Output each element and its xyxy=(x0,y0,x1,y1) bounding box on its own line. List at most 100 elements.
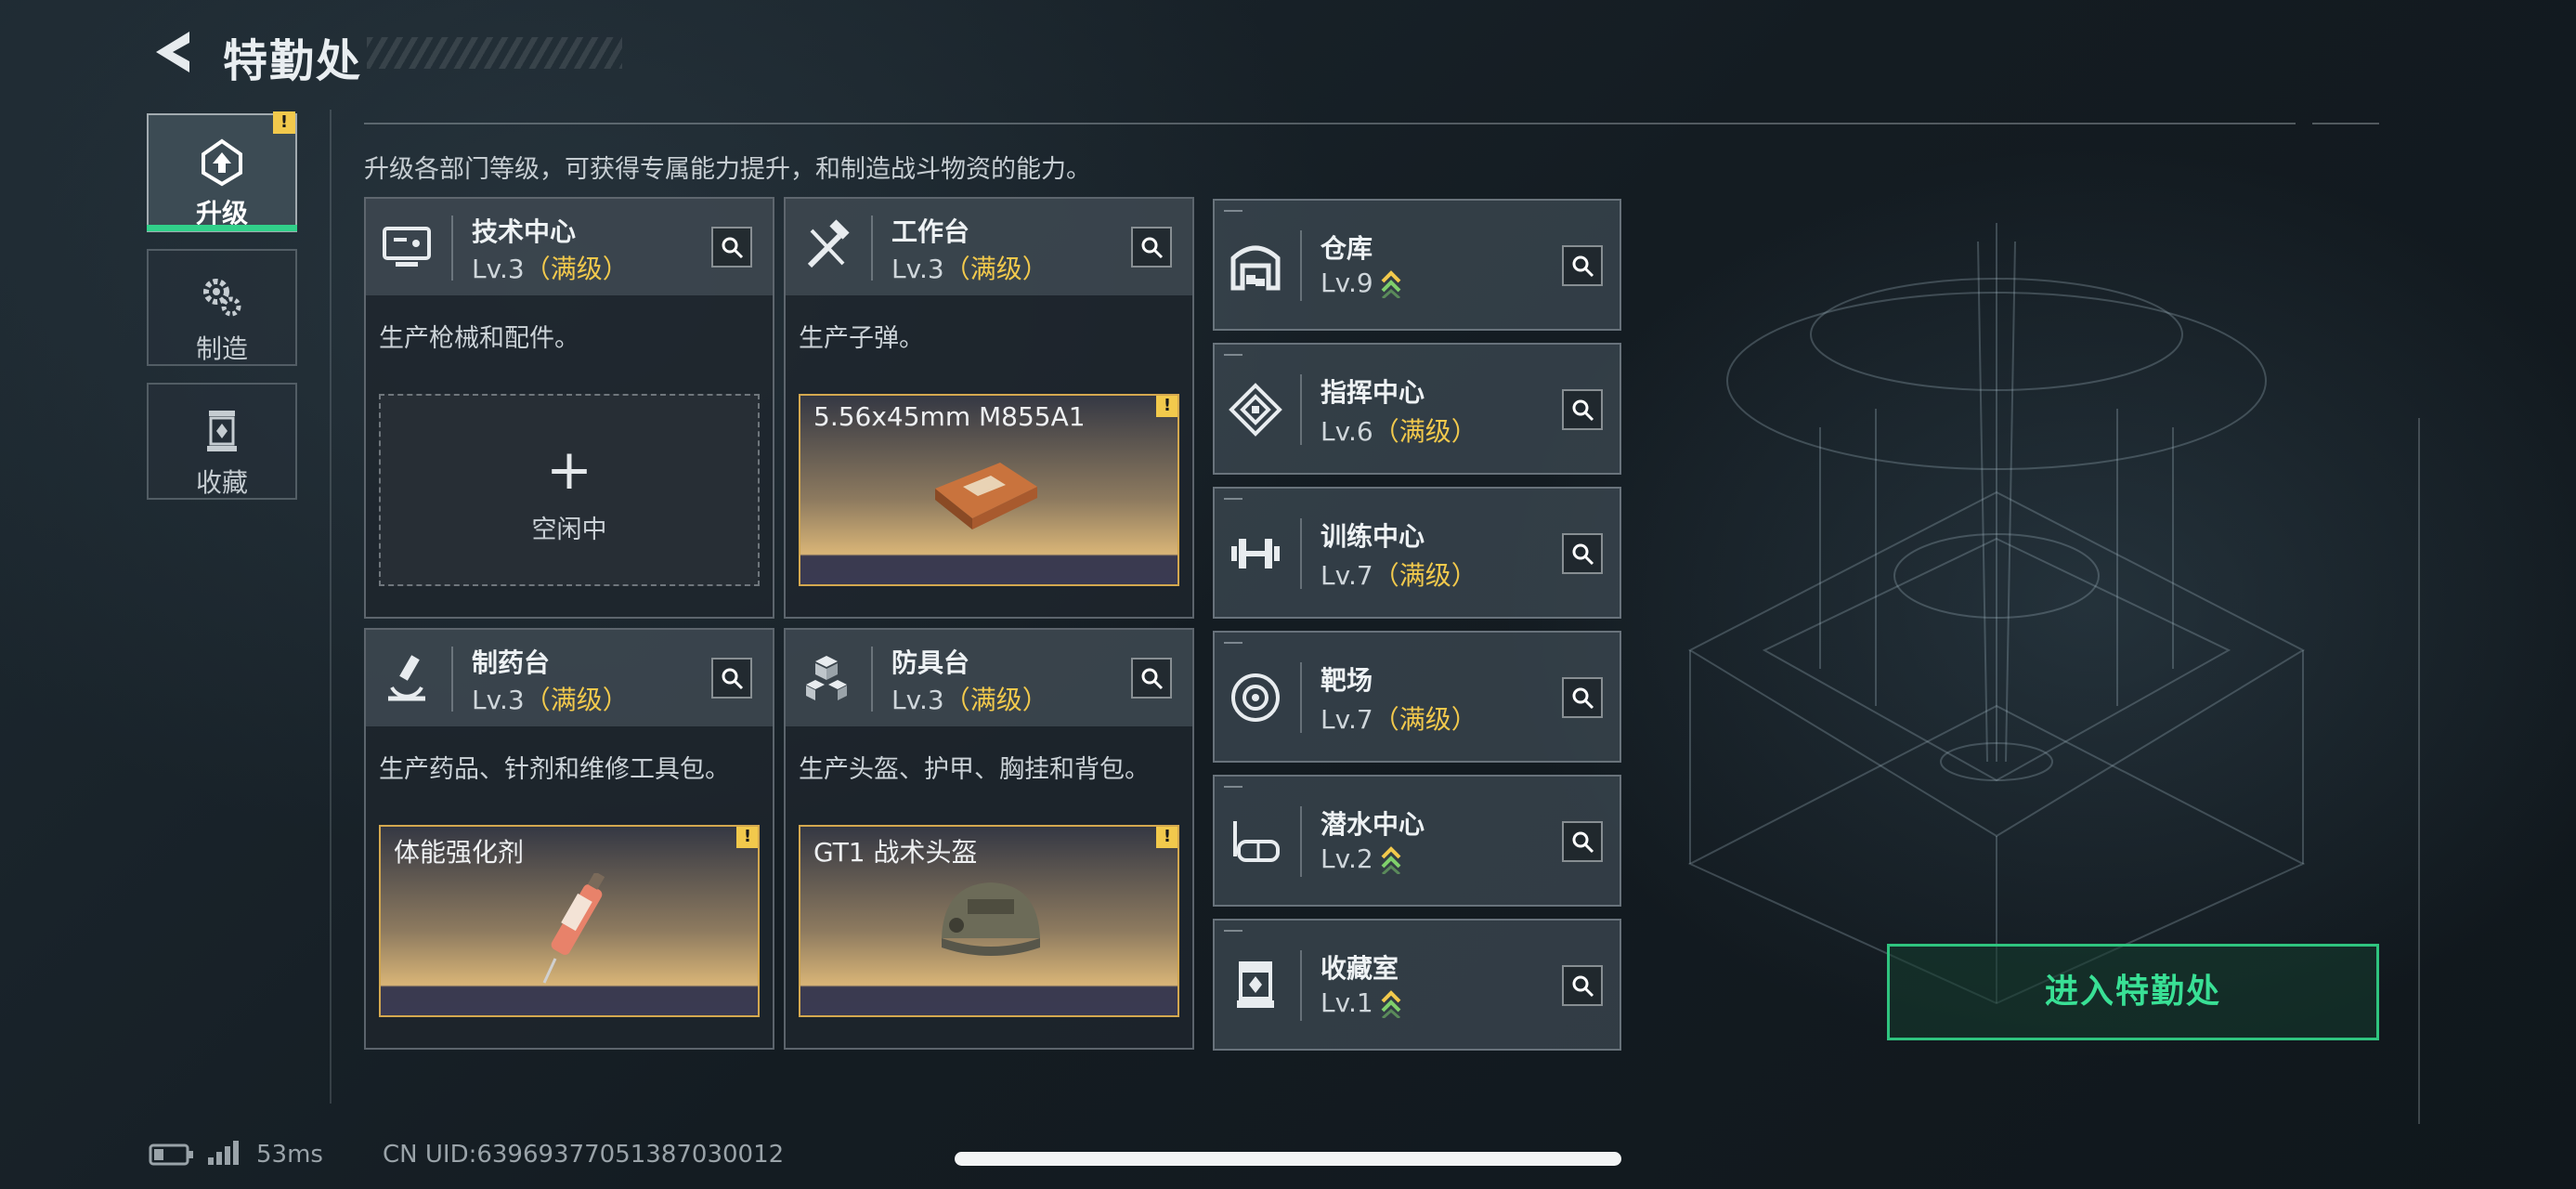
card-level: Lv.1 xyxy=(1321,987,1401,1018)
card-title: 防具台 xyxy=(891,647,970,678)
alert-badge: ! xyxy=(273,111,295,134)
header-divider xyxy=(364,123,2296,124)
alert-badge: ! xyxy=(736,827,758,848)
search-icon xyxy=(1572,831,1594,854)
search-icon xyxy=(1141,237,1164,259)
card-level: Lv.7（满级） xyxy=(1321,560,1477,591)
nav-label: 制造 xyxy=(195,333,248,364)
card-header: 制药台 Lv.3（满级） xyxy=(366,630,773,726)
card-header: 防具台 Lv.3（满级） xyxy=(786,630,1192,726)
inspect-button[interactable] xyxy=(711,227,752,268)
header-divider-short xyxy=(2312,123,2379,124)
card-title: 仓库 xyxy=(1321,233,1373,264)
back-button[interactable] xyxy=(149,26,201,78)
alert-badge: ! xyxy=(1156,827,1177,848)
tools-icon xyxy=(807,219,850,268)
inspect-button[interactable] xyxy=(711,658,752,699)
display-case-icon xyxy=(1237,961,1274,1008)
nav-tab-craft[interactable]: 制造 xyxy=(147,249,297,366)
home-indicator[interactable] xyxy=(955,1152,1621,1166)
boxes-icon xyxy=(806,656,847,700)
card-level: Lv.3（满级） xyxy=(472,254,629,284)
card-description: 生产头盔、护甲、胸挂和背包。 xyxy=(799,755,1150,784)
monitor-icon xyxy=(383,227,431,267)
workshop-card-pharmacy[interactable]: 制药台 Lv.3（满级） 生产药品、针剂和维修工具包。 体能强化剂 ! xyxy=(364,628,774,1050)
card-title: 潜水中心 xyxy=(1321,809,1425,840)
card-level: Lv.7（满级） xyxy=(1321,704,1477,735)
workshop-card-tech-center[interactable]: 技术中心 Lv.3（满级） 生产枪械和配件。 + 空闲中 xyxy=(364,197,774,619)
item-name: GT1 战术头盔 xyxy=(813,837,978,868)
card-title: 工作台 xyxy=(891,216,970,247)
production-slot-ammo[interactable]: 5.56x45mm M855A1 ! xyxy=(799,394,1179,586)
inspect-button[interactable] xyxy=(1562,965,1603,1006)
inspect-button[interactable] xyxy=(1562,821,1603,862)
syringe-image xyxy=(542,873,605,984)
inspect-button[interactable] xyxy=(1562,533,1603,574)
facility-card-shooting-range[interactable]: 靶场 Lv.7（满级） xyxy=(1213,631,1621,763)
ammo-box-image xyxy=(935,463,1037,529)
workshop-card-workbench[interactable]: 工作台 Lv.3（满级） 生产子弹。 5.56x45mm M855A1 ! xyxy=(784,197,1194,619)
card-level: Lv.3（满级） xyxy=(472,685,629,715)
search-icon xyxy=(1572,975,1594,998)
max-level-tag: （满级） xyxy=(1373,416,1477,447)
facility-card-collection-room[interactable]: 收藏室 Lv.1 xyxy=(1213,919,1621,1051)
card-header: 工作台 Lv.3（满级） xyxy=(786,199,1192,295)
search-icon xyxy=(1572,255,1594,278)
left-frame-line xyxy=(330,110,332,1104)
card-title: 技术中心 xyxy=(472,216,577,247)
search-icon xyxy=(722,668,744,690)
card-description: 生产子弹。 xyxy=(799,324,924,353)
dumbbell-icon xyxy=(1231,539,1280,568)
facility-card-diving-center[interactable]: 潜水中心 Lv.2 xyxy=(1213,775,1621,907)
card-description: 生产药品、针剂和维修工具包。 xyxy=(379,755,730,784)
right-frame-line xyxy=(2418,418,2420,1124)
slot-status: 空闲中 xyxy=(531,516,607,544)
diving-mask-icon xyxy=(1233,821,1280,862)
inspect-button[interactable] xyxy=(1562,677,1603,718)
warehouse-icon xyxy=(1230,245,1281,291)
enter-special-ops-button[interactable]: 进入特勤处 xyxy=(1887,944,2379,1040)
alert-badge: ! xyxy=(1156,396,1177,417)
search-icon xyxy=(1572,399,1594,422)
facility-card-command-center[interactable]: 指挥中心 Lv.6（满级） xyxy=(1213,343,1621,475)
inspect-button[interactable] xyxy=(1131,658,1172,699)
collection-icon xyxy=(207,411,237,451)
card-level: Lv.6（满级） xyxy=(1321,416,1477,447)
plus-icon: + xyxy=(545,438,593,503)
item-name: 体能强化剂 xyxy=(394,837,525,868)
search-icon xyxy=(1572,543,1594,566)
facility-card-training-center[interactable]: 训练中心 Lv.7（满级） xyxy=(1213,487,1621,619)
ping-readout: 53ms xyxy=(256,1141,323,1169)
inspect-button[interactable] xyxy=(1131,227,1172,268)
card-header: 技术中心 Lv.3（满级） xyxy=(366,199,773,295)
production-slot-helmet[interactable]: GT1 战术头盔 ! xyxy=(799,825,1179,1017)
nav-label: 收藏 xyxy=(195,467,248,498)
inspect-button[interactable] xyxy=(1562,389,1603,430)
upgrade-icon xyxy=(202,138,242,187)
card-title: 靶场 xyxy=(1321,665,1373,696)
card-title: 收藏室 xyxy=(1321,953,1399,984)
signal-icon xyxy=(208,1141,239,1165)
upgrade-available-icon xyxy=(1381,846,1401,874)
inspect-button[interactable] xyxy=(1562,245,1603,286)
card-title: 训练中心 xyxy=(1321,521,1425,552)
back-arrow-icon xyxy=(156,32,189,72)
search-icon xyxy=(1572,687,1594,710)
max-level-tag: （满级） xyxy=(1373,560,1477,591)
title-decoration xyxy=(367,37,622,69)
nav-tab-collection[interactable]: 收藏 xyxy=(147,383,297,500)
search-icon xyxy=(722,237,744,259)
workshop-card-armor-bench[interactable]: 防具台 Lv.3（满级） 生产头盔、护甲、胸挂和背包。 GT1 战术头盔 ! xyxy=(784,628,1194,1050)
facility-card-warehouse[interactable]: 仓库 Lv.9 xyxy=(1213,199,1621,331)
card-level: Lv.9 xyxy=(1321,268,1401,298)
search-icon xyxy=(1141,668,1164,690)
production-slot-empty[interactable]: + 空闲中 xyxy=(379,394,760,586)
item-name: 5.56x45mm M855A1 xyxy=(813,401,1086,432)
card-title: 制药台 xyxy=(472,647,551,678)
max-level-tag: （满级） xyxy=(524,254,629,284)
nav-active-indicator xyxy=(147,225,297,231)
battery-icon xyxy=(149,1143,193,1166)
gears-icon xyxy=(203,279,241,317)
upgrade-available-icon xyxy=(1381,990,1401,1018)
production-slot-stimulant[interactable]: 体能强化剂 ! xyxy=(379,825,760,1017)
